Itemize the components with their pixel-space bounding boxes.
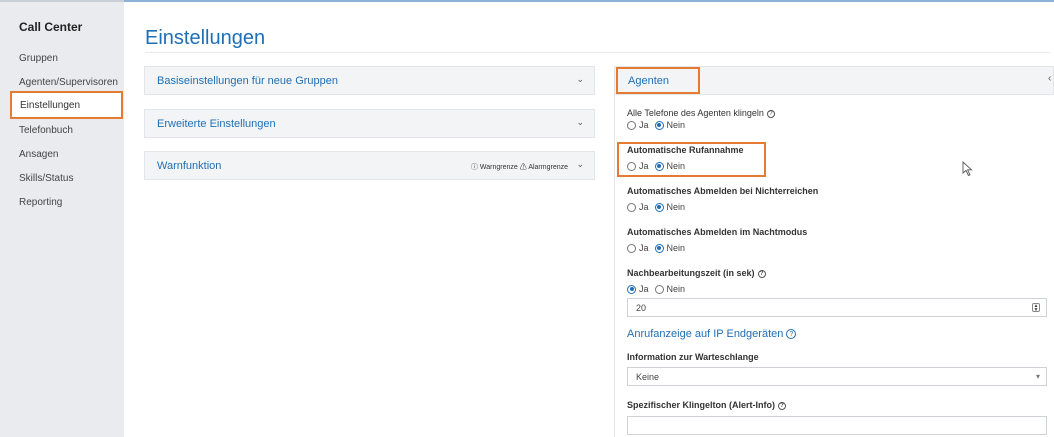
sidebar-item-agenten-supervisoren[interactable]: Agenten/Supervisoren — [19, 77, 118, 88]
help-icon[interactable]: ? — [766, 109, 775, 118]
sidebar-item-einstellungen[interactable]: Einstellungen — [10, 91, 123, 119]
ringtone-input[interactable] — [627, 416, 1047, 435]
radio-label-yes: Ja — [639, 284, 649, 294]
queue-info-select[interactable]: Keine ▾ — [627, 367, 1047, 386]
wrapup-radios: Ja Nein — [627, 284, 691, 294]
wrapup-no-radio[interactable] — [654, 284, 664, 294]
chevron-down-icon: ⌄ — [576, 117, 584, 127]
queue-info-value: Keine — [636, 372, 660, 382]
wrapup-seconds-value: 20 — [636, 303, 647, 313]
sidebar-item-gruppen[interactable]: Gruppen — [19, 53, 58, 64]
info-circle-icon: ⓘ — [470, 164, 478, 171]
radio-label-yes: Ja — [639, 161, 649, 171]
ringtone-label-text: Spezifischer Klingelton (Alert-Info) — [627, 400, 776, 410]
top-border — [124, 0, 1054, 2]
help-icon[interactable]: ? — [786, 329, 797, 340]
radio-label-yes: Ja — [639, 120, 649, 130]
auto-logout-night-yes-radio[interactable] — [627, 243, 636, 253]
sidebar-item-telefonbuch[interactable]: Telefonbuch — [19, 125, 73, 136]
help-icon[interactable]: ? — [757, 269, 766, 278]
sidebar-item-reporting[interactable]: Reporting — [19, 197, 62, 208]
accordion-erweiterte-einstellungen[interactable]: Erweiterte Einstellungen ⌄ — [144, 109, 595, 138]
wrapup-label-text: Nachbearbeitungszeit (in sek) — [627, 268, 755, 278]
radio-label-no: Nein — [666, 161, 686, 171]
radio-label-no: Nein — [666, 243, 686, 253]
accordion-label: Basiseinstellungen für neue Gruppen — [157, 75, 339, 87]
auto-logout-unreach-yes-radio[interactable] — [627, 202, 636, 212]
stepper-icon[interactable]: ▲ ▼ — [1032, 303, 1040, 313]
accordion-basiseinstellungen[interactable]: Basiseinstellungen für neue Gruppen ⌄ — [144, 66, 595, 95]
chevron-down-icon: ⌄ — [576, 74, 584, 84]
radio-label-no: Nein — [666, 284, 686, 294]
wrapup-label: Nachbearbeitungszeit (in sek)? — [627, 268, 766, 278]
queue-info-label: Information zur Warteschlange — [627, 352, 759, 362]
auto-logout-night-no-radio[interactable] — [654, 243, 664, 253]
legend-alarm-label: Alarmgrenze — [528, 164, 568, 171]
warning-triangle-icon: ⚠ — [519, 164, 527, 171]
auto-answer-yes-radio[interactable] — [627, 161, 636, 171]
help-icon[interactable]: ? — [778, 401, 787, 410]
ring-all-no-radio[interactable] — [654, 120, 664, 130]
accordion-label: Warnfunktion — [157, 160, 222, 172]
agents-panel-title[interactable]: Agenten — [616, 67, 700, 94]
caret-down-icon: ▾ — [1035, 372, 1040, 381]
auto-logout-unreach-no-radio[interactable] — [654, 202, 664, 212]
auto-logout-unreach-label: Automatisches Abmelden bei Nichterreiche… — [627, 186, 819, 196]
auto-logout-unreach-radios: Ja Nein — [627, 202, 691, 212]
ringtone-label: Spezifischer Klingelton (Alert-Info)? — [627, 400, 787, 410]
call-display-link-text: Anrufanzeige auf IP Endgeräten — [627, 328, 784, 340]
page-title: Einstellungen — [145, 27, 266, 49]
warning-legend: ⓘ Warngrenze ⚠ Alarmgrenze — [471, 162, 568, 172]
auto-answer-no-radio[interactable] — [654, 161, 664, 171]
call-display-link[interactable]: Anrufanzeige auf IP Endgeräten? — [627, 328, 797, 340]
sidebar: Call Center Gruppen Agenten/Supervisoren… — [0, 0, 124, 437]
title-divider — [145, 52, 1050, 53]
accordion-warnfunktion[interactable]: Warnfunktion ⓘ Warngrenze ⚠ Alarmgrenze … — [144, 151, 595, 180]
ring-all-label-text: Alle Telefone des Agenten klingeln — [627, 108, 764, 118]
chevron-left-icon[interactable]: ‹ — [1048, 73, 1051, 84]
sidebar-title: Call Center — [19, 20, 83, 34]
auto-logout-night-label: Automatisches Abmelden im Nachtmodus — [627, 227, 808, 237]
auto-logout-night-radios: Ja Nein — [627, 243, 691, 253]
radio-label-yes: Ja — [639, 243, 649, 253]
sidebar-item-ansagen[interactable]: Ansagen — [19, 149, 58, 160]
auto-answer-label: Automatische Rufannahme — [627, 145, 744, 155]
ring-all-yes-radio[interactable] — [627, 120, 636, 130]
auto-answer-radios: Ja Nein — [627, 161, 691, 171]
radio-label-yes: Ja — [639, 202, 649, 212]
accordion-label: Erweiterte Einstellungen — [157, 118, 276, 130]
radio-label-no: Nein — [666, 202, 686, 212]
sidebar-item-skills-status[interactable]: Skills/Status — [19, 173, 73, 184]
chevron-down-icon: ⌄ — [576, 159, 584, 169]
wrapup-seconds-input[interactable]: 20 ▲ ▼ — [627, 298, 1047, 317]
mouse-cursor-icon — [962, 161, 973, 177]
legend-warn-label: Warngrenze — [479, 164, 518, 171]
ring-all-label: Alle Telefone des Agenten klingeln? — [627, 108, 775, 118]
radio-label-no: Nein — [666, 120, 686, 130]
ring-all-radios: Ja Nein — [627, 120, 691, 130]
wrapup-yes-radio[interactable] — [627, 284, 636, 294]
